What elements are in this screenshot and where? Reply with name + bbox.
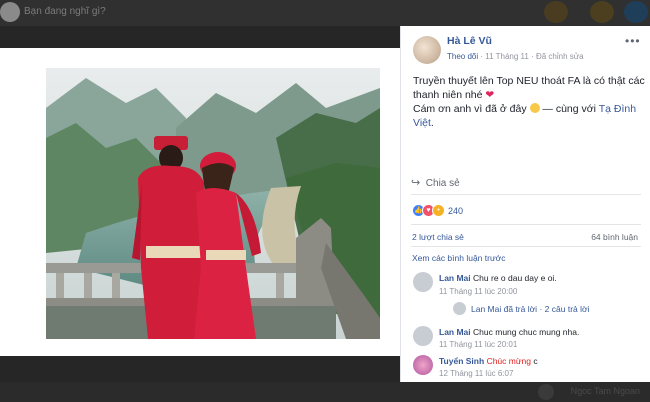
- badge-icon: [590, 1, 614, 23]
- globe-icon: [624, 1, 648, 23]
- post-text-line1: Truyền thuyết lên Top NEU thoát FA là có…: [413, 75, 645, 101]
- author-name[interactable]: Hà Lê Vũ: [447, 35, 492, 47]
- comment-highlight: Chúc mừng: [486, 356, 531, 366]
- commenter-avatar[interactable]: [413, 272, 433, 292]
- view-previous-comments[interactable]: Xem các bình luận trước: [412, 253, 505, 263]
- comments-count[interactable]: 64 bình luận: [591, 232, 638, 242]
- user-avatar[interactable]: [0, 2, 20, 22]
- reply-avatar: [453, 302, 466, 315]
- divider: [411, 194, 641, 195]
- divider: [411, 224, 641, 225]
- comment-body: Chuc mung chuc mung nha.: [473, 327, 580, 337]
- chat-avatar[interactable]: [538, 384, 554, 400]
- reply-name: Lan Mai: [471, 304, 502, 314]
- post-photo[interactable]: [46, 68, 380, 339]
- commenter-name[interactable]: Tuyển Sinh: [439, 356, 484, 366]
- divider: [411, 246, 641, 247]
- reaction-count[interactable]: 240: [448, 206, 463, 216]
- comment-body: c: [533, 356, 538, 366]
- reply-count: 2 câu trả lời: [544, 304, 590, 314]
- wow-icon: •: [432, 204, 445, 217]
- post-time[interactable]: 11 Tháng 11: [485, 52, 529, 61]
- comment-text: Lan Mai Chu re o dau day e oi.: [439, 273, 557, 283]
- commenter-name[interactable]: Lan Mai: [439, 327, 471, 337]
- bottom-bar: Ngoc Tam Ngoan: [0, 382, 650, 402]
- comment-text: Tuyển Sinh Chúc mừng c: [439, 356, 538, 366]
- couple-photo: [46, 68, 380, 339]
- commenter-name[interactable]: Lan Mai: [439, 273, 471, 283]
- comment-time[interactable]: 11 Tháng 11 lúc 20:01: [439, 340, 517, 349]
- commenter-avatar[interactable]: [413, 326, 433, 346]
- comment-time[interactable]: 11 Tháng 11 lúc 20:00: [439, 287, 517, 296]
- shares-count[interactable]: 2 lượt chia sẻ: [412, 232, 464, 242]
- edited-label[interactable]: Đã chỉnh sửa: [536, 52, 584, 61]
- chat-contact-name[interactable]: Ngoc Tam Ngoan: [571, 386, 640, 396]
- reply-action: đã trả lời: [503, 304, 538, 314]
- share-button[interactable]: ↪ Chia sẻ: [411, 176, 460, 189]
- comment-time[interactable]: 12 Tháng 11 lúc 6:07: [439, 369, 513, 378]
- with-prefix: — cùng với: [542, 103, 596, 115]
- reply-separator: ·: [539, 304, 543, 314]
- follow-link[interactable]: Theo dõi: [447, 52, 478, 61]
- heart-emoji: ❤: [485, 89, 495, 101]
- replies-link[interactable]: Lan Mai đã trả lời · 2 câu trả lời: [471, 304, 589, 314]
- photo-viewer: [0, 48, 400, 356]
- post-text: Truyền thuyết lên Top NEU thoát FA là có…: [413, 75, 645, 129]
- status-prompt[interactable]: Bạn đang nghĩ gì?: [24, 6, 106, 17]
- author-avatar[interactable]: [413, 36, 441, 64]
- commenter-avatar[interactable]: [413, 355, 433, 375]
- post-text-line2: Cám ơn anh vì đã ở đây: [413, 103, 527, 115]
- share-icon: ↪: [411, 177, 421, 189]
- top-status-bar: Bạn đang nghĩ gì?: [0, 0, 650, 26]
- share-label: Chia sẻ: [425, 178, 460, 189]
- badge-icon: [544, 1, 568, 23]
- post-meta: Theo dõi · 11 Tháng 11 · Đã chỉnh sửa: [447, 52, 584, 61]
- post-details-panel: Hà Lê Vũ Theo dõi · 11 Tháng 11 · Đã chỉ…: [400, 26, 650, 382]
- comment-text: Lan Mai Chuc mung chuc mung nha.: [439, 327, 579, 337]
- more-icon[interactable]: •••: [625, 34, 641, 48]
- comment-body: Chu re o dau day e oi.: [473, 273, 557, 283]
- smile-emoji: [529, 103, 540, 113]
